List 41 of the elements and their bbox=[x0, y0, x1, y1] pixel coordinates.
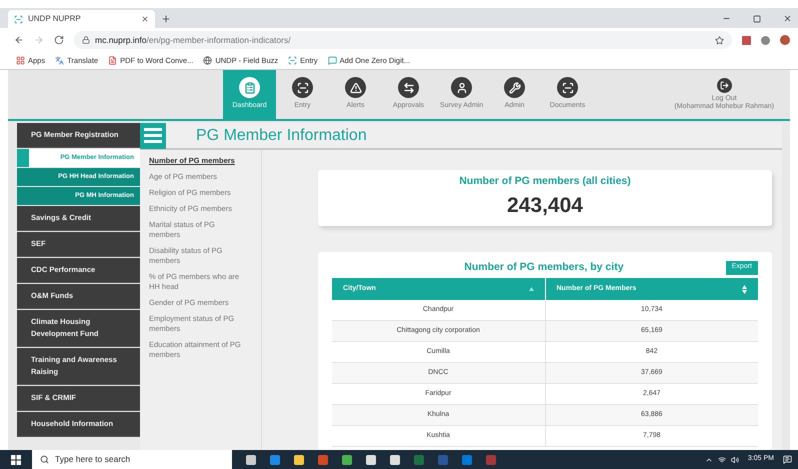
new-tab-icon[interactable] bbox=[161, 14, 171, 24]
notifications-icon[interactable] bbox=[783, 455, 792, 464]
back-icon[interactable] bbox=[14, 35, 24, 45]
taskbar-search-field[interactable]: Type here to search bbox=[32, 450, 232, 469]
wrench-icon bbox=[504, 77, 525, 98]
sort-icon bbox=[742, 284, 747, 294]
close-window-icon[interactable] bbox=[783, 14, 792, 23]
document-icon bbox=[108, 56, 118, 65]
reload-icon[interactable] bbox=[54, 35, 64, 45]
favicon-icon bbox=[14, 14, 23, 24]
menu-icon[interactable] bbox=[140, 122, 166, 148]
network-icon[interactable] bbox=[718, 456, 726, 464]
warning-icon bbox=[345, 77, 366, 98]
scan-icon bbox=[292, 77, 313, 98]
scan-icon bbox=[288, 56, 298, 65]
url-text: mc.nuprp.info/en/pg-member-information-indicators/ bbox=[95, 34, 292, 46]
page-title: PG Member Information bbox=[196, 126, 367, 146]
card-title: Number of PG members, by city bbox=[464, 260, 624, 275]
arrows-icon bbox=[398, 77, 419, 98]
close-tab-icon[interactable] bbox=[141, 15, 149, 23]
lock-icon bbox=[82, 36, 90, 44]
translate-icon bbox=[55, 56, 64, 65]
apps-icon bbox=[16, 56, 25, 65]
scan-icon bbox=[557, 77, 578, 98]
total-value: 243,404 bbox=[507, 193, 583, 220]
windows-start-icon[interactable] bbox=[11, 454, 21, 464]
sort-ascending-icon bbox=[528, 287, 534, 291]
tab-title: UNDP NUPRP bbox=[28, 13, 82, 25]
search-icon bbox=[40, 455, 49, 464]
address-bar[interactable]: mc.nuprp.info/en/pg-member-information-indicators/ bbox=[74, 31, 732, 49]
globe-icon bbox=[203, 56, 212, 65]
volume-icon[interactable] bbox=[730, 456, 739, 464]
bookmark-star-icon[interactable] bbox=[715, 36, 724, 44]
profile-avatar[interactable] bbox=[780, 35, 790, 45]
user-icon bbox=[451, 77, 472, 98]
logout-icon bbox=[716, 78, 732, 93]
card-title: Number of PG members (all cities) bbox=[459, 174, 631, 190]
maximize-icon[interactable] bbox=[753, 14, 761, 22]
chat-icon bbox=[328, 56, 337, 65]
clipboard-icon bbox=[239, 77, 260, 98]
browser-tab[interactable]: UNDP NUPRP bbox=[8, 10, 155, 28]
